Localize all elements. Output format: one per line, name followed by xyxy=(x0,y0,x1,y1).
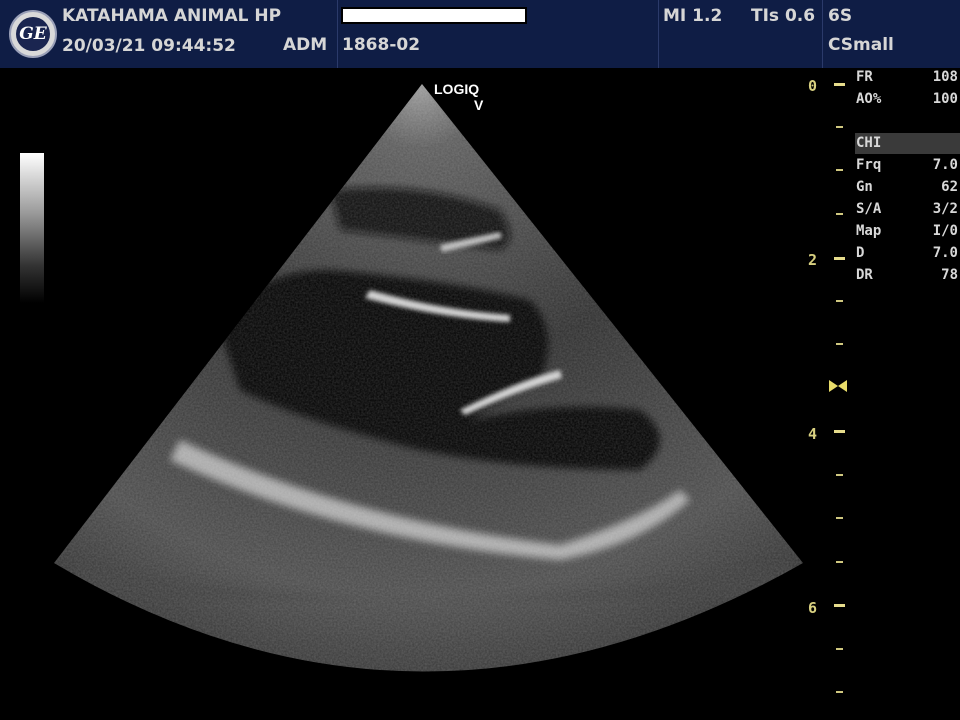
param-gain: Gn 62 xyxy=(856,177,958,198)
param-value: 108 xyxy=(932,69,958,85)
param-key: Gn xyxy=(856,179,873,195)
depth-tick-minor xyxy=(836,343,843,345)
param-map: Map I/0 xyxy=(856,221,958,242)
mode-label: CHI xyxy=(856,135,882,151)
param-value: 3/2 xyxy=(932,201,958,217)
param-dynamic-range: DR 78 xyxy=(856,265,958,286)
focus-icon[interactable] xyxy=(828,379,848,393)
param-key: S/A xyxy=(856,201,882,217)
probe-brand-label: LOGIQ xyxy=(434,81,480,97)
param-value: 100 xyxy=(932,91,958,107)
depth-tick-minor xyxy=(836,474,843,476)
param-key: D xyxy=(856,245,865,261)
depth-tick-minor xyxy=(836,691,843,693)
depth-label-2: 2 xyxy=(808,251,818,269)
grayscale-map-bar xyxy=(20,153,44,303)
depth-tick-minor xyxy=(836,648,843,650)
depth-tick-minor xyxy=(836,517,843,519)
param-key: AO% xyxy=(856,91,882,107)
param-depth: D 7.0 xyxy=(856,243,958,264)
param-frequency: Frq 7.0 xyxy=(856,155,958,176)
param-value: 7.0 xyxy=(932,245,958,261)
depth-label-6: 6 xyxy=(808,599,818,617)
depth-tick-minor xyxy=(836,126,843,128)
param-value: I/0 xyxy=(932,223,958,239)
depth-tick-minor xyxy=(836,169,843,171)
mode-indicator-chi: CHI xyxy=(855,133,960,154)
probe-orientation-marker: V xyxy=(474,97,484,113)
param-key: DR xyxy=(856,267,873,283)
param-value: 62 xyxy=(941,179,958,195)
param-value: 78 xyxy=(941,267,958,283)
depth-tick-major xyxy=(834,430,845,433)
param-value: 7.0 xyxy=(932,157,958,173)
depth-tick-major xyxy=(834,604,845,607)
depth-tick-minor xyxy=(836,561,843,563)
depth-tick-major xyxy=(834,83,845,86)
param-key: FR xyxy=(856,69,873,85)
depth-label-0: 0 xyxy=(808,77,818,95)
param-acoustic-output: AO% 100 xyxy=(856,89,958,110)
depth-label-4: 4 xyxy=(808,425,818,443)
depth-tick-major xyxy=(834,257,845,260)
depth-tick-minor xyxy=(836,300,843,302)
param-frame-rate: FR 108 xyxy=(856,67,958,88)
param-key: Map xyxy=(856,223,882,239)
param-sa: S/A 3/2 xyxy=(856,199,958,220)
depth-tick-minor xyxy=(836,213,843,215)
param-key: Frq xyxy=(856,157,882,173)
